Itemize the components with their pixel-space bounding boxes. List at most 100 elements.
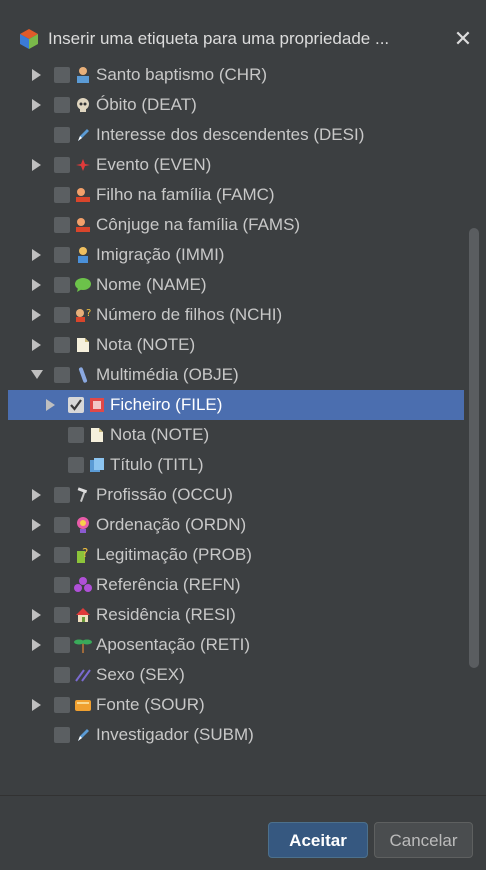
tag-checkbox[interactable] <box>54 187 70 203</box>
tag-checkbox[interactable] <box>54 337 70 353</box>
tree-row[interactable]: Referência (REFN) <box>8 570 464 600</box>
tree-row[interactable]: Evento (EVEN) <box>8 150 464 180</box>
collapsed-arrow-icon[interactable] <box>30 300 44 330</box>
svg-text:?: ? <box>86 308 91 319</box>
tag-checkbox[interactable] <box>54 697 70 713</box>
tag-checkbox[interactable] <box>54 67 70 83</box>
tree-row[interactable]: Nota (NOTE) <box>8 330 464 360</box>
ordination-icon <box>74 516 92 534</box>
tag-checkbox[interactable] <box>54 727 70 743</box>
tag-checkbox[interactable] <box>54 577 70 593</box>
tag-checkbox[interactable] <box>54 637 70 653</box>
scrollbar-thumb[interactable] <box>469 228 479 668</box>
divider <box>0 795 486 796</box>
tag-checkbox[interactable] <box>54 277 70 293</box>
tree-row[interactable]: Investigador (SUBM) <box>8 720 464 750</box>
tree-row[interactable]: Filho na família (FAMC) <box>8 180 464 210</box>
title-bar: Inserir uma etiqueta para uma propriedad… <box>0 0 486 60</box>
collapsed-arrow-icon[interactable] <box>30 90 44 120</box>
collapsed-arrow-icon[interactable] <box>30 600 44 630</box>
tag-checkbox[interactable] <box>54 247 70 263</box>
tree-row[interactable]: Cônjuge na família (FAMS) <box>8 210 464 240</box>
title-icon <box>88 456 106 474</box>
tag-checkbox[interactable] <box>54 517 70 533</box>
family-icon <box>74 186 92 204</box>
tree-row[interactable]: Ficheiro (FILE) <box>8 390 464 420</box>
tree-row[interactable]: Sexo (SEX) <box>8 660 464 690</box>
tree-row[interactable]: Profissão (OCCU) <box>8 480 464 510</box>
tree-row-label: Legitimação (PROB) <box>96 545 252 564</box>
tag-checkbox[interactable] <box>54 367 70 383</box>
gender-icon <box>74 666 92 684</box>
tag-checkbox[interactable] <box>54 487 70 503</box>
expanded-arrow-icon[interactable] <box>30 360 44 390</box>
collapsed-arrow-icon[interactable] <box>30 690 44 720</box>
collapsed-arrow-icon[interactable] <box>30 150 44 180</box>
cancel-button[interactable]: Cancelar <box>374 822 473 858</box>
tree-row-label: Aposentação (RETI) <box>96 635 251 654</box>
tag-checkbox[interactable] <box>54 97 70 113</box>
tree-row[interactable]: ? Número de filhos (NCHI) <box>8 300 464 330</box>
close-icon[interactable]: ✕ <box>450 26 476 52</box>
collapsed-arrow-icon[interactable] <box>30 630 44 660</box>
tree-row[interactable]: Óbito (DEAT) <box>8 90 464 120</box>
tag-checkbox[interactable] <box>54 127 70 143</box>
tree-row[interactable]: Aposentação (RETI) <box>8 630 464 660</box>
tag-checkbox[interactable] <box>68 397 84 413</box>
tree-row[interactable]: Multimédia (OBJE) <box>8 360 464 390</box>
tree-row[interactable]: Ordenação (ORDN) <box>8 510 464 540</box>
tag-checkbox[interactable] <box>68 427 84 443</box>
collapsed-arrow-icon[interactable] <box>30 510 44 540</box>
source-icon <box>74 696 92 714</box>
pen-icon <box>74 726 92 744</box>
tree-row[interactable]: ? Legitimação (PROB) <box>8 540 464 570</box>
note-icon <box>88 426 106 444</box>
event-icon <box>74 156 92 174</box>
house-icon <box>74 606 92 624</box>
media-icon <box>74 366 92 384</box>
tag-checkbox[interactable] <box>54 217 70 233</box>
tree-row-label: Sexo (SEX) <box>96 665 185 684</box>
tree-row[interactable]: Fonte (SOUR) <box>8 690 464 720</box>
tree-row-label: Nome (NAME) <box>96 275 207 294</box>
person-icon <box>74 246 92 264</box>
tree-row[interactable]: Residência (RESI) <box>8 600 464 630</box>
collapsed-arrow-icon[interactable] <box>30 240 44 270</box>
svg-text:?: ? <box>82 546 88 560</box>
collapsed-arrow-icon[interactable] <box>30 540 44 570</box>
baptism-icon <box>74 66 92 84</box>
tree-row[interactable]: Nota (NOTE) <box>8 420 464 450</box>
vertical-scrollbar[interactable] <box>466 228 484 668</box>
legitimation-icon: ? <box>74 546 92 564</box>
tree-row-label: Multimédia (OBJE) <box>96 365 239 384</box>
tree-row[interactable]: Santo baptismo (CHR) <box>8 60 464 90</box>
accept-button[interactable]: Aceitar <box>268 822 368 858</box>
tree-row[interactable]: Imigração (IMMI) <box>8 240 464 270</box>
pen-icon <box>74 126 92 144</box>
tag-checkbox[interactable] <box>54 667 70 683</box>
family-icon <box>74 216 92 234</box>
tag-checkbox[interactable] <box>54 157 70 173</box>
tree-row-label: Referência (REFN) <box>96 575 241 594</box>
tree-row[interactable]: Interesse dos descendentes (DESI) <box>8 120 464 150</box>
collapsed-arrow-icon[interactable] <box>44 390 58 420</box>
tree-row-label: Evento (EVEN) <box>96 155 212 174</box>
tree-row[interactable]: Nome (NAME) <box>8 270 464 300</box>
collapsed-arrow-icon[interactable] <box>30 480 44 510</box>
tag-checkbox[interactable] <box>54 547 70 563</box>
tag-checkbox[interactable] <box>54 307 70 323</box>
tree-row[interactable]: Título (TITL) <box>8 450 464 480</box>
tag-checkbox[interactable] <box>68 457 84 473</box>
tag-checkbox[interactable] <box>54 607 70 623</box>
collapsed-arrow-icon[interactable] <box>30 270 44 300</box>
hammer-icon <box>74 486 92 504</box>
tree-row-label: Ordenação (ORDN) <box>96 515 247 534</box>
collapsed-arrow-icon[interactable] <box>30 60 44 90</box>
tree-row-label: Nota (NOTE) <box>110 425 210 444</box>
gramps-cube-icon <box>18 28 40 50</box>
tree-row-label: Número de filhos (NCHI) <box>96 305 283 324</box>
tag-tree[interactable]: Santo baptismo (CHR) Óbito (DEAT) Interess… <box>8 60 486 795</box>
collapsed-arrow-icon[interactable] <box>30 330 44 360</box>
tree-row-label: Nota (NOTE) <box>96 335 196 354</box>
tree-row-label: Ficheiro (FILE) <box>110 395 223 414</box>
